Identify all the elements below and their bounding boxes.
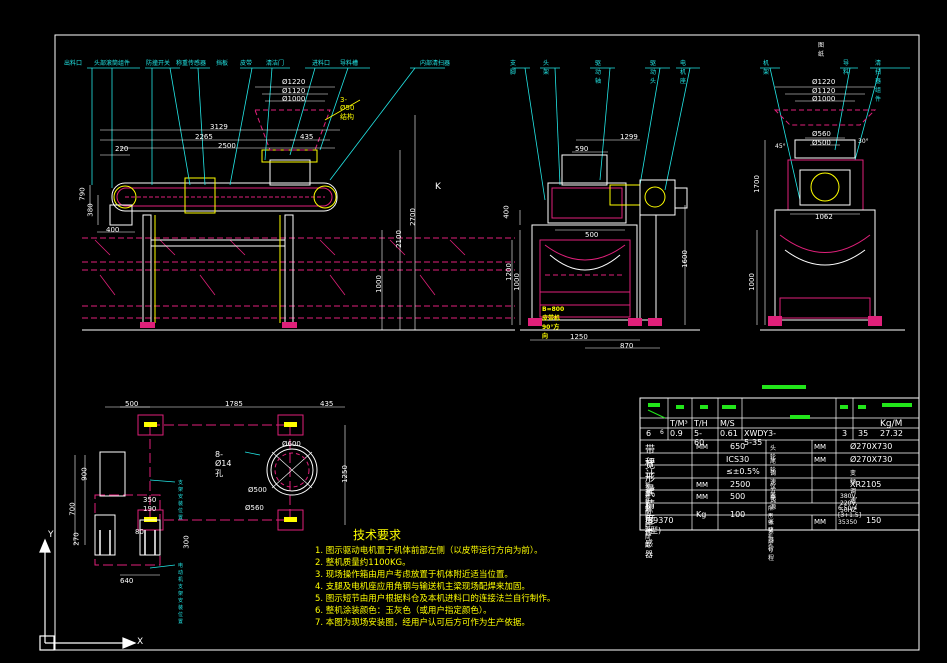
cad-drawing-canvas[interactable]: 出料口 头部滚筒组件 防撞开关 称重传感器 挡板 皮带 清洁门 进料口 导料槽 … bbox=[0, 0, 947, 663]
front-view bbox=[82, 67, 515, 331]
outer-frame bbox=[54, 34, 920, 651]
plan-view bbox=[74, 406, 346, 576]
spec-table-grid bbox=[640, 398, 919, 530]
end-view bbox=[756, 67, 910, 331]
drawing-svg bbox=[39, 34, 920, 651]
side-view bbox=[511, 67, 700, 349]
ucs-icon bbox=[39, 538, 137, 651]
spec-table-green-marks bbox=[647, 385, 912, 419]
